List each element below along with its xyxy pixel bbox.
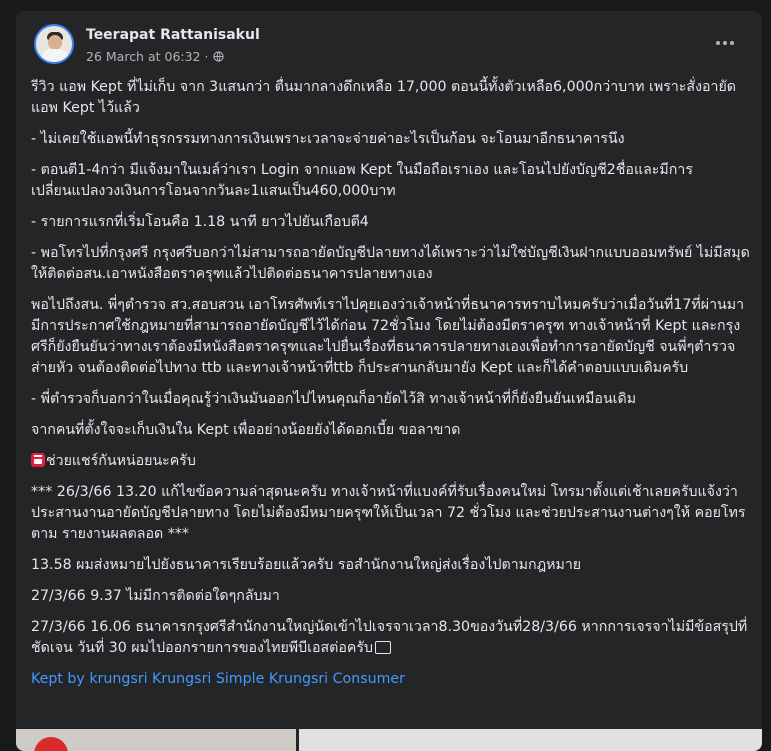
calendar-icon <box>31 453 45 467</box>
meta-separator: · <box>204 49 209 64</box>
post-paragraph: 27/3/66 9.37 ไม่มีการติดต่อใดๆกลับมา <box>31 588 280 604</box>
share-request-text: ช่วยแชร์กันหน่อยนะครับ <box>46 453 196 469</box>
post-photos[interactable] <box>16 729 762 751</box>
post-paragraph: - รายการแรกที่เริ่มโอนคือ 1.18 นาที ยาวไ… <box>31 214 369 230</box>
hashtag-link[interactable]: Simple <box>216 671 264 687</box>
hashtag-link[interactable]: Krungsri Consumer <box>269 671 405 687</box>
post-paragraph: จากคนที่ตั้งใจจะเก็บเงินใน Kept เพื่ออย่… <box>31 422 461 438</box>
post-meta: 26 March at 06:32 · <box>86 49 224 64</box>
post-paragraph: *** 26/3/66 13.20 แก้ไขข้อความล่าสุดนะคร… <box>31 484 746 542</box>
post-photo[interactable] <box>16 729 296 751</box>
post-update: 27/3/66 16.06 ธนาคารกรุงศรีสำนักงานใหญ่น… <box>31 617 753 659</box>
post-timestamp[interactable]: 26 March at 06:32 <box>86 49 201 64</box>
hashtag-link[interactable]: Kept by krungsri <box>31 671 148 687</box>
post-paragraph: - ตอนตี1-4กว่า มีแจ้งมาในเมล์ว่าเรา Logi… <box>31 162 693 199</box>
more-options-icon[interactable] <box>714 33 736 53</box>
hashtag-link[interactable]: Krungsri <box>152 671 211 687</box>
post-photo[interactable] <box>299 729 762 751</box>
avatar[interactable] <box>34 24 74 64</box>
post-paragraph: - พอโทรไปที่กรุงศรี กรุงศรีบอกว่าไม่สามา… <box>31 245 750 282</box>
globe-icon[interactable] <box>212 51 224 62</box>
post-body: รีวิว แอพ Kept ที่ไม่เก็บ จาก 3แสนกว่า ต… <box>31 77 753 700</box>
post-paragraph: - ไม่เคยใช้แอพนี้ทำธุรกรรมทางการเงินเพรา… <box>31 131 625 147</box>
post-card: Teerapat Rattanisakul 26 March at 06:32 … <box>16 11 762 751</box>
emoji-placeholder-icon <box>375 641 392 654</box>
author-name[interactable]: Teerapat Rattanisakul <box>86 27 260 43</box>
post-paragraph: พอไปถึงสน. พี่ๆตำรวจ สว.สอบสวน เอาโทรศัพ… <box>31 297 745 376</box>
hashtag-links: Kept by krungsri Krungsri Simple Krungsr… <box>31 669 753 690</box>
post-paragraph: 13.58 ผมส่งหมายไปยังธนาคารเรียบร้อยแล้วค… <box>31 557 582 573</box>
post-paragraph: - พี่ตำรวจก็บอกว่าในเมื่อคุณรู้ว่าเงินมั… <box>31 391 637 407</box>
post-paragraph: รีวิว แอพ Kept ที่ไม่เก็บ จาก 3แสนกว่า ต… <box>31 79 737 116</box>
share-request: ช่วยแชร์กันหน่อยนะครับ <box>31 451 753 472</box>
post-header: Teerapat Rattanisakul 26 March at 06:32 … <box>16 11 762 71</box>
